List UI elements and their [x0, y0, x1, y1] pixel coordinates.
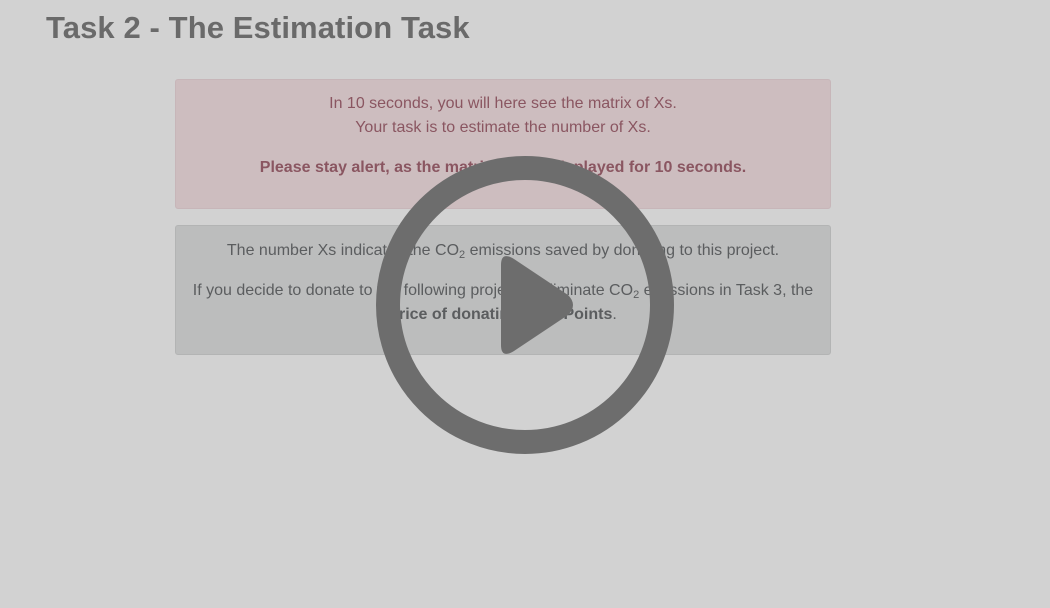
- play-icon[interactable]: [375, 155, 675, 455]
- video-overlay[interactable]: [0, 0, 1050, 608]
- page: Task 2 - The Estimation Task In 10 secon…: [0, 0, 1050, 608]
